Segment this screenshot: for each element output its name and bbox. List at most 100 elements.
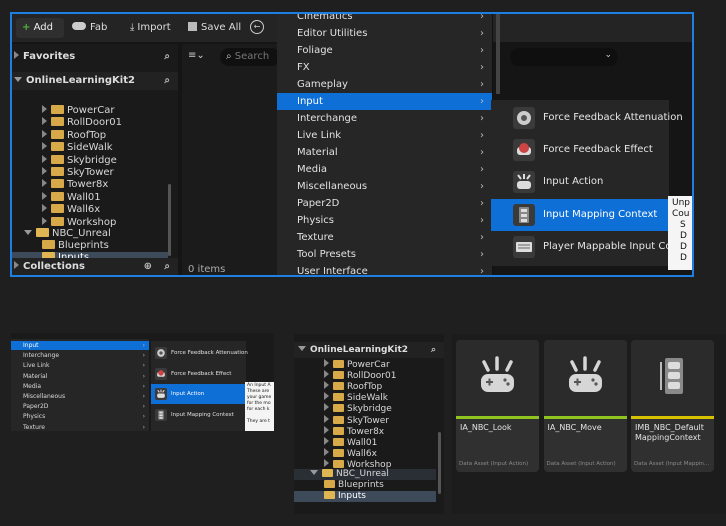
mini-menu-item[interactable]: Media ›: [11, 382, 149, 391]
menu-item-media[interactable]: Media ›: [277, 161, 492, 178]
menu-item-input[interactable]: Input ›: [277, 93, 492, 110]
chevron-right-icon: [42, 142, 47, 151]
menu-scrollbar[interactable]: [496, 14, 500, 94]
asset-tile[interactable]: IA_NBC_Move Data Asset (Input Action): [543, 340, 627, 472]
mapping-context-icon: [660, 358, 683, 394]
mini-submenu-item[interactable]: Force Feedback Attenuation: [151, 343, 248, 363]
submenu-item[interactable]: Force Feedback Effect: [491, 134, 669, 166]
add-button[interactable]: + Add: [16, 18, 64, 38]
folder-item[interactable]: Wall6x: [42, 204, 100, 216]
menu-item-physics[interactable]: Physics ›: [277, 212, 492, 229]
gamepad-icon: [481, 356, 514, 392]
folder-icon: [51, 154, 64, 164]
asset-type-label: Data Asset (Input Action): [459, 461, 529, 467]
menu-item-fx[interactable]: FX ›: [277, 59, 492, 76]
mini-submenu-item[interactable]: Input Mapping Context: [151, 405, 246, 425]
filter-icon[interactable]: ≡⌄: [188, 50, 205, 61]
project-header[interactable]: OnlineLearningKit2 ⌕: [12, 72, 178, 90]
search-box[interactable]: ⌕ Search: [220, 48, 280, 66]
folder-item-blueprints[interactable]: Blueprints: [42, 240, 109, 252]
favorites-header[interactable]: Favorites ⌕: [12, 48, 178, 66]
folder-item-nbc-unreal[interactable]: NBC_Unreal: [24, 228, 111, 240]
mini-menu-item[interactable]: Interchange ›: [11, 351, 149, 360]
menu-item-foliage[interactable]: Foliage ›: [277, 42, 492, 59]
folder-item[interactable]: PowerCar: [42, 105, 114, 117]
mini-menu-item[interactable]: Miscellaneous ›: [11, 392, 149, 401]
menu-item-tool-presets[interactable]: Tool Presets ›: [277, 246, 492, 263]
collections-header[interactable]: Collections ⊕ ⌕: [12, 258, 178, 275]
menu-item-material[interactable]: Material ›: [277, 144, 492, 161]
mini-menu-item[interactable]: Live Link ›: [11, 361, 149, 370]
menu-item-label: Input: [297, 96, 323, 107]
menu-item-label: Material: [297, 147, 338, 158]
folder-item[interactable]: Skybridge: [324, 403, 392, 414]
menu-item-gameplay[interactable]: Gameplay ›: [277, 76, 492, 93]
folder-item[interactable]: Wall01: [324, 436, 377, 448]
folder-item[interactable]: Tower8x: [42, 179, 108, 191]
mini-submenu-item[interactable]: Input Action: [151, 384, 246, 404]
menu-item-user-interface[interactable]: User Interface ›: [277, 263, 492, 277]
lower-project-header[interactable]: OnlineLearningKit2 ⌕: [294, 342, 444, 358]
menu-item-miscellaneous[interactable]: Miscellaneous ›: [277, 178, 492, 195]
submenu-item[interactable]: Input Action: [491, 166, 669, 198]
folder-item[interactable]: SkyTower: [324, 414, 389, 426]
asset-type-label: Data Asset (Input Mappin...: [634, 461, 710, 467]
chevron-right-icon: [324, 447, 329, 456]
folder-item[interactable]: SideWalk: [324, 392, 388, 403]
folder-item[interactable]: Wall01: [42, 191, 101, 204]
history-back-icon[interactable]: ←: [250, 20, 264, 34]
menu-item-paper2d[interactable]: Paper2D ›: [277, 195, 492, 212]
asset-tile[interactable]: IMB_NBC_Default MappingContext Data Asset…: [631, 340, 714, 472]
mini-menu-item[interactable]: Material ›: [11, 372, 149, 381]
mini-submenu-item[interactable]: Force Feedback Effect: [151, 364, 246, 384]
chevron-right-icon: [42, 154, 47, 163]
add-collection-icon[interactable]: ⊕: [144, 258, 152, 275]
folder-item[interactable]: SkyTower: [42, 167, 114, 179]
folder-label: Wall01: [67, 191, 101, 203]
chevron-right-icon: ›: [480, 266, 484, 277]
search-icon[interactable]: ⌕: [164, 48, 170, 66]
folder-item[interactable]: SideWalk: [42, 142, 113, 154]
folder-item[interactable]: Tower8x: [324, 425, 384, 437]
asset-type-color-bar: [631, 416, 714, 419]
menu-item-editor-utilities[interactable]: Editor Utilities ›: [277, 25, 492, 42]
folder-item[interactable]: RoofTop: [324, 381, 382, 392]
fab-button[interactable]: Fab: [72, 18, 107, 38]
menu-item-texture[interactable]: Texture ›: [277, 229, 492, 246]
save-all-button[interactable]: Save All: [188, 18, 241, 38]
asset-name: IMB_NBC_Default MappingContext: [635, 423, 704, 442]
mini-menu-item[interactable]: Physics ›: [11, 412, 149, 421]
submenu-item[interactable]: Player Mappable Input Confi: [491, 231, 684, 263]
folder-item[interactable]: RollDoor01: [42, 117, 122, 129]
project-label: OnlineLearningKit2: [26, 75, 135, 86]
search-icon[interactable]: ⌕: [431, 342, 436, 358]
folder-item-inputs[interactable]: Inputs: [294, 491, 436, 502]
import-button[interactable]: ⤓ Import: [130, 18, 171, 38]
lower-tree-scrollbar[interactable]: [438, 432, 441, 494]
submenu-item[interactable]: Input Mapping Context: [491, 198, 669, 231]
tree-scrollbar[interactable]: [168, 184, 171, 256]
search-icon[interactable]: ⌕: [164, 72, 170, 90]
folder-item[interactable]: Workshop: [42, 216, 116, 229]
menu-item-label: User Interface: [297, 266, 368, 277]
folder-item-blueprints[interactable]: Blueprints: [324, 480, 384, 491]
folder-label: RollDoor01: [67, 117, 122, 129]
right-dropdown[interactable]: ⌄: [510, 48, 618, 66]
folder-item[interactable]: Skybridge: [42, 154, 117, 167]
folder-item-nbc-unreal[interactable]: NBC_Unreal: [310, 469, 389, 480]
menu-item-cinematics[interactable]: Cinematics ›: [277, 14, 492, 25]
mini-menu-item[interactable]: Texture ›: [11, 423, 149, 431]
folder-item[interactable]: PowerCar: [324, 359, 390, 370]
folder-item[interactable]: RollDoor01: [324, 370, 396, 381]
submenu-item-label: Force Feedback Effect: [543, 144, 653, 156]
menu-item-label: Interchange: [297, 113, 358, 124]
asset-tile[interactable]: IA_NBC_Look Data Asset (Input Action): [456, 340, 539, 472]
mini-menu-item[interactable]: Paper2D ›: [11, 402, 149, 411]
mini-menu-item[interactable]: Input ›: [11, 341, 149, 350]
folder-item[interactable]: RoofTop: [42, 129, 106, 142]
menu-item-interchange[interactable]: Interchange ›: [277, 110, 492, 127]
submenu-item[interactable]: Force Feedback Attenuation: [491, 102, 683, 134]
search-icon[interactable]: ⌕: [164, 258, 170, 275]
menu-item-live-link[interactable]: Live Link ›: [277, 127, 492, 144]
folder-item[interactable]: Wall6x: [324, 447, 377, 459]
